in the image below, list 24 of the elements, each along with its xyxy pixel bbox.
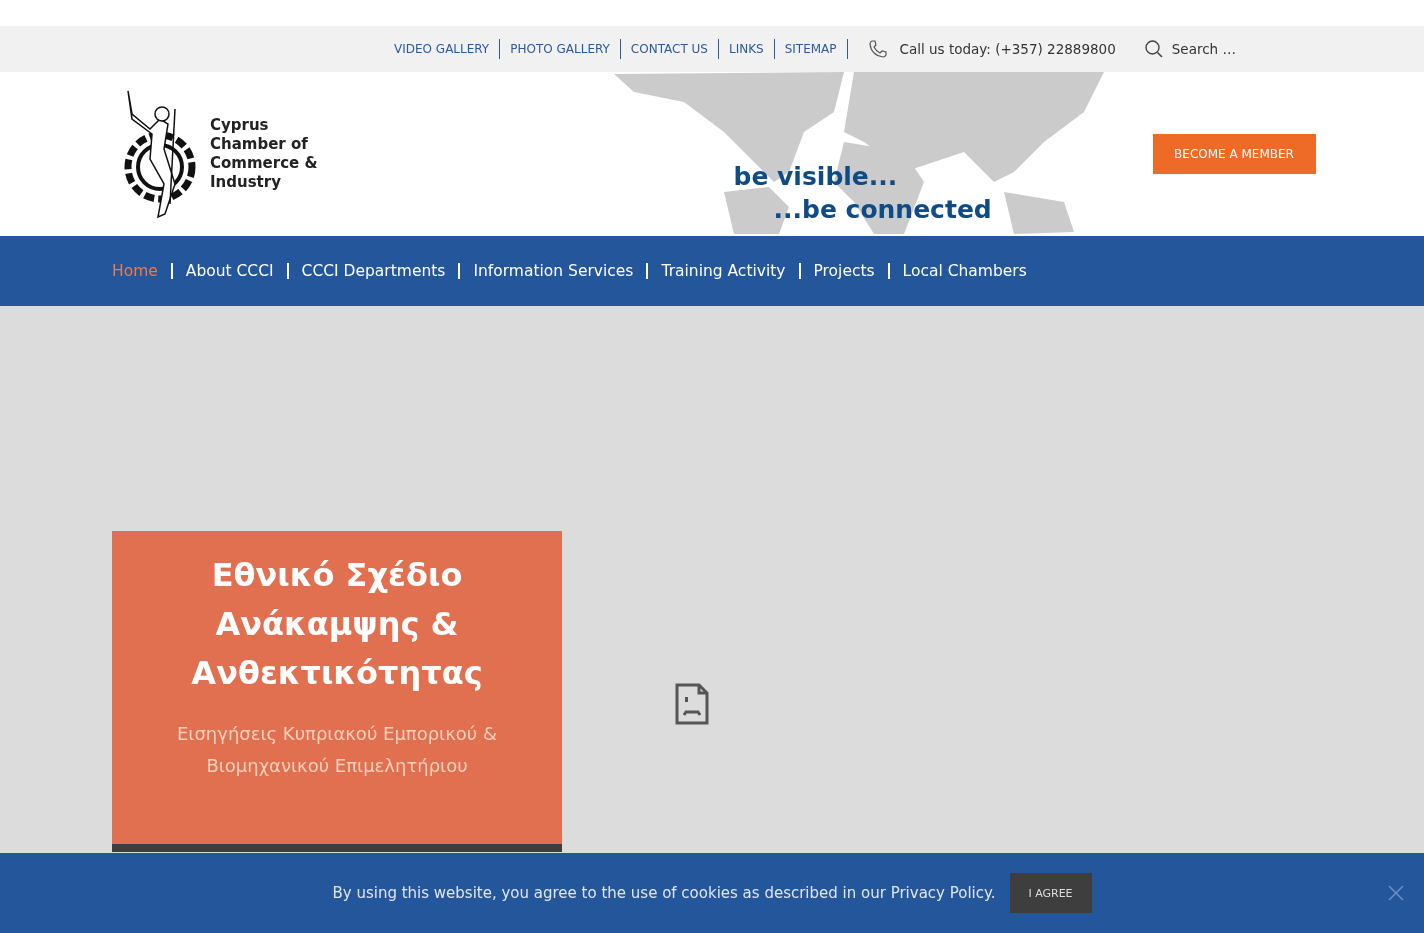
nav-item[interactable]: Local Chambers (902, 262, 1027, 280)
broken-image-icon (675, 683, 709, 725)
tagline-text: be visible... (733, 161, 899, 193)
agree-button[interactable]: I AGREE (1009, 873, 1092, 913)
top-link[interactable]: VIDEO GALLERY (384, 39, 501, 59)
tagline-text: ...be connected (772, 194, 992, 226)
logo-text: Cyprus Chamber of Commerce & Industry (210, 116, 318, 192)
feature-subtitle: Εισηγήσεις Κυπριακού Εμπορικού & Βιομηχανικού Επιμελητήριου (175, 722, 498, 778)
top-link[interactable]: SITEMAP (774, 39, 848, 59)
close-icon[interactable] (1388, 885, 1404, 901)
top-link[interactable]: LINKS (719, 39, 775, 59)
nav-item[interactable]: Information Services (473, 262, 634, 280)
feature-title: Εθνικό Σχέδιο Ανάκαμψης & Ανθεκτικότητας (190, 555, 484, 694)
top-link[interactable]: PHOTO GALLERY (500, 39, 621, 59)
phone-icon (867, 39, 888, 59)
top-link[interactable]: CONTACT US (620, 39, 719, 59)
nav-item[interactable]: Projects (813, 262, 875, 280)
cookie-message: By using this website, you agree to the use of cookies as described in our Privacy Policy. (332, 884, 996, 902)
search-field[interactable]: Search … (1171, 41, 1262, 57)
phone-text: Call us today: (+357) 22889800 (899, 41, 1116, 57)
nav-item[interactable]: Training Activity (661, 262, 786, 280)
nav-item[interactable]: CCCI Departments (301, 262, 446, 280)
nav-item[interactable]: About CCCI (185, 262, 274, 280)
search-icon (1143, 39, 1164, 59)
